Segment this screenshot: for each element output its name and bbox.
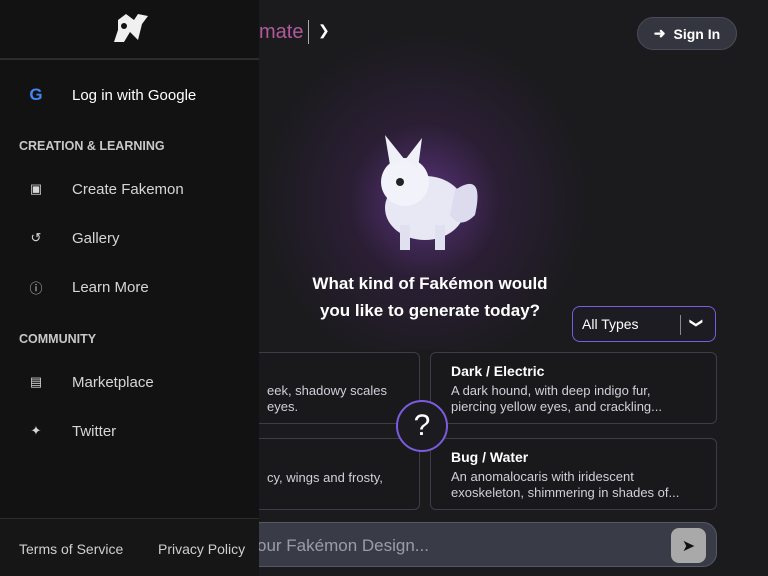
card-description: eek, shadowy scales eyes. (267, 383, 387, 414)
info-icon: ⓘ (29, 280, 43, 296)
title-divider (308, 20, 309, 44)
design-input[interactable]: our Fakémon Design... ➤ (200, 522, 717, 567)
mascot-image (381, 135, 478, 250)
card-description: A dark hound, with deep indigo fur, pier… (451, 383, 662, 414)
section-creation: CREATION & LEARNING (19, 139, 165, 153)
random-suggestion-button[interactable]: ? (396, 400, 448, 452)
app-title: mate (259, 21, 304, 43)
prompt-question: What kind of Fakémon would you like to g… (312, 274, 548, 320)
card-description: cy, wings and frosty, (267, 470, 383, 485)
item-label: Gallery (72, 229, 120, 247)
sidebar-item-twitter[interactable]: ✦ Twitter (0, 411, 259, 451)
item-label: Marketplace (72, 373, 154, 391)
login-google-button[interactable]: G Log in with Google (0, 75, 259, 115)
logo-icon (114, 14, 148, 42)
sidebar-item-gallery[interactable]: ↺ Gallery (0, 218, 259, 258)
card-title: Bug / Water (451, 449, 529, 465)
select-divider (680, 315, 681, 335)
sidebar-item-learn[interactable]: ⓘ Learn More (0, 267, 259, 307)
section-community: COMMUNITY (19, 332, 97, 346)
store-icon: ▤ (29, 374, 43, 389)
chevron-down-icon[interactable]: ❯ (318, 22, 330, 39)
input-placeholder: our Fakémon Design... (257, 536, 429, 555)
login-label: Log in with Google (72, 86, 197, 104)
privacy-link[interactable]: Privacy Policy (158, 541, 245, 557)
send-button[interactable]: ➤ (671, 528, 706, 563)
sign-in-icon: ➜ (653, 25, 666, 41)
sign-in-button[interactable]: ➜ Sign In (637, 17, 737, 50)
sidebar-footer: Terms of Service Privacy Policy (0, 518, 259, 576)
item-label: Create Fakemon (72, 180, 184, 198)
google-icon: G (29, 85, 43, 104)
terms-link[interactable]: Terms of Service (19, 541, 123, 557)
sidebar: G Log in with Google CREATION & LEARNING … (0, 0, 259, 576)
chevron-down-icon: ❯ (689, 317, 705, 329)
image-icon: ▣ (29, 181, 43, 196)
sidebar-item-create[interactable]: ▣ Create Fakemon (0, 169, 259, 209)
suggestion-card[interactable]: Dark / Electric A dark hound, with deep i… (430, 352, 717, 424)
card-title: Dark / Electric (451, 363, 545, 379)
item-label: Learn More (72, 278, 149, 296)
suggestion-card[interactable]: Bug / Water An anomalocaris with iridesce… (430, 438, 717, 510)
card-description: An anomalocaris with iridescent exoskele… (451, 469, 680, 500)
type-filter-select[interactable]: All Types ❯ (572, 306, 716, 342)
type-filter-value: All Types (582, 316, 639, 332)
sidebar-divider (0, 58, 259, 60)
sign-in-label: Sign In (673, 25, 721, 42)
sidebar-item-marketplace[interactable]: ▤ Marketplace (0, 362, 259, 402)
twitter-icon: ✦ (30, 423, 42, 438)
history-icon: ↺ (30, 230, 42, 245)
item-label: Twitter (72, 422, 117, 440)
